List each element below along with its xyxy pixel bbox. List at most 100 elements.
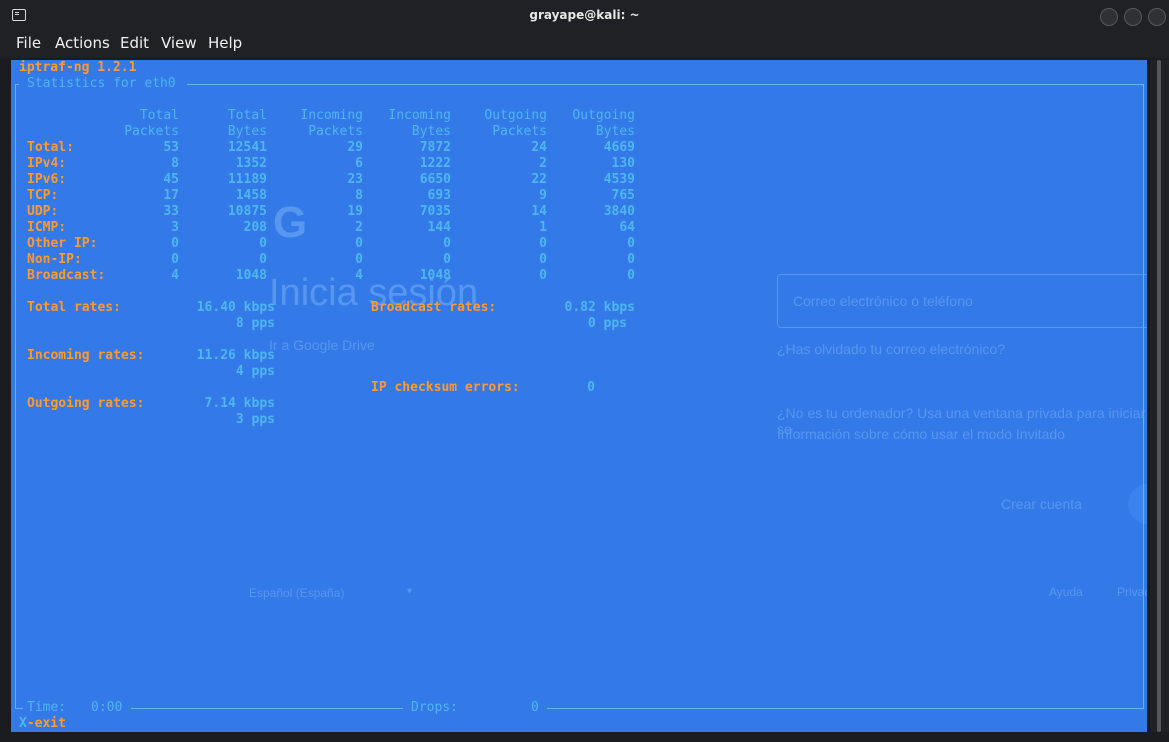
maximize-button[interactable] bbox=[1124, 8, 1142, 26]
header-outgoing-packets-1: Outgoing bbox=[484, 108, 547, 123]
ghost-help: Ayuda bbox=[1049, 585, 1083, 599]
row-value: 2 bbox=[355, 220, 363, 235]
row-value: 208 bbox=[243, 220, 267, 235]
row-value: 33 bbox=[163, 204, 179, 219]
minimize-button[interactable] bbox=[1100, 8, 1118, 26]
row-value: 0 bbox=[443, 236, 451, 251]
header-incoming-packets-2: Packets bbox=[308, 124, 363, 139]
total-rates-kbps: 16.40 kbps bbox=[196, 300, 275, 315]
ghost-language-chevron-icon: ▾ bbox=[407, 586, 413, 597]
row-value: 22 bbox=[531, 172, 547, 187]
row-label: Broadcast: bbox=[27, 268, 106, 283]
frame-bottom-left bbox=[15, 708, 23, 709]
row-value: 765 bbox=[611, 188, 635, 203]
time-label: Time: bbox=[27, 700, 67, 715]
outgoing-rates-pps: 3 pps bbox=[235, 412, 275, 427]
exit-text: -exit bbox=[26, 716, 66, 731]
row-value: 0 bbox=[443, 252, 451, 267]
row-value: 0 bbox=[259, 236, 267, 251]
incoming-rates-kbps: 11.26 kbps bbox=[196, 348, 275, 363]
frame-top bbox=[187, 84, 1143, 85]
row-value: 6650 bbox=[419, 172, 451, 187]
row-value: 3 bbox=[171, 220, 179, 235]
row-value: 0 bbox=[627, 236, 635, 251]
row-value: 0 bbox=[539, 268, 547, 283]
row-value: 23 bbox=[347, 172, 363, 187]
row-value: 14 bbox=[531, 204, 547, 219]
header-outgoing-bytes-1: Outgoing bbox=[572, 108, 635, 123]
row-value: 4 bbox=[355, 268, 363, 283]
row-value: 7035 bbox=[419, 204, 451, 219]
frame-bottom-right bbox=[547, 708, 1144, 709]
incoming-rates-pps: 4 pps bbox=[235, 364, 275, 379]
broadcast-rates-pps: 0 pps bbox=[587, 316, 627, 331]
row-label: TCP: bbox=[27, 188, 59, 203]
menu-file[interactable]: File bbox=[16, 34, 41, 52]
header-incoming-bytes-2: Bytes bbox=[411, 124, 451, 139]
row-value: 3840 bbox=[603, 204, 635, 219]
row-label: IPv6: bbox=[27, 172, 67, 187]
header-total-bytes-2: Bytes bbox=[227, 124, 267, 139]
drops-value: 0 bbox=[531, 700, 539, 715]
row-value: 7872 bbox=[419, 140, 451, 155]
outgoing-rates-kbps: 7.14 kbps bbox=[204, 396, 275, 411]
row-value: 0 bbox=[627, 268, 635, 283]
menu-actions[interactable]: Actions bbox=[55, 34, 110, 52]
row-value: 29 bbox=[347, 140, 363, 155]
row-value: 53 bbox=[163, 140, 179, 155]
header-total-bytes-1: Total bbox=[227, 108, 267, 123]
row-value: 24 bbox=[531, 140, 547, 155]
row-value: 0 bbox=[355, 252, 363, 267]
exit-hint[interactable]: X-exit bbox=[19, 716, 66, 732]
row-value: 0 bbox=[355, 236, 363, 251]
row-value: 8 bbox=[355, 188, 363, 203]
close-button[interactable] bbox=[1148, 8, 1166, 26]
row-label: Total: bbox=[27, 140, 74, 155]
row-value: 10875 bbox=[227, 204, 267, 219]
row-label: UDP: bbox=[27, 204, 59, 219]
row-value: 1352 bbox=[235, 156, 267, 171]
total-rates-pps: 8 pps bbox=[235, 316, 275, 331]
scrollbar-thumb[interactable] bbox=[1157, 60, 1161, 732]
time-value: 0:00 bbox=[91, 700, 123, 715]
frame-left bbox=[15, 84, 16, 708]
frame-right bbox=[1143, 84, 1144, 708]
header-outgoing-packets-2: Packets bbox=[492, 124, 547, 139]
terminal-area[interactable]: G Inicia sesión Ir a Google Drive Correo… bbox=[11, 60, 1147, 732]
row-value: 8 bbox=[171, 156, 179, 171]
ghost-forgot-link: ¿Has olvidado tu correo electrónico? bbox=[777, 341, 1006, 357]
title-bar: grayape@kali: ~ bbox=[0, 0, 1169, 32]
scrollbar[interactable] bbox=[1150, 60, 1169, 732]
row-label: IPv4: bbox=[27, 156, 67, 171]
row-label: ICMP: bbox=[27, 220, 67, 235]
row-value: 19 bbox=[347, 204, 363, 219]
row-value: 693 bbox=[427, 188, 451, 203]
row-value: 1048 bbox=[235, 268, 267, 283]
exit-key: X bbox=[19, 716, 27, 731]
row-value: 11189 bbox=[227, 172, 267, 187]
row-value: 1048 bbox=[419, 268, 451, 283]
row-value: 0 bbox=[539, 236, 547, 251]
ghost-guest-text: Información sobre cómo usar el modo Invi… bbox=[777, 426, 1065, 442]
row-value: 4669 bbox=[603, 140, 635, 155]
header-total-packets-1: Total bbox=[139, 108, 179, 123]
total-rates-label: Total rates: bbox=[27, 300, 121, 315]
ghost-subheading: Ir a Google Drive bbox=[269, 337, 375, 353]
checksum-errors-value: 0 bbox=[587, 380, 595, 395]
ghost-email-placeholder: Correo electrónico o teléfono bbox=[793, 293, 973, 309]
broadcast-rates-label: Broadcast rates: bbox=[371, 300, 497, 315]
row-value: 0 bbox=[539, 252, 547, 267]
row-value: 1458 bbox=[235, 188, 267, 203]
row-value: 4 bbox=[171, 268, 179, 283]
row-value: 1 bbox=[539, 220, 547, 235]
header-total-packets-2: Packets bbox=[124, 124, 179, 139]
row-label: Non-IP: bbox=[27, 252, 82, 267]
menu-help[interactable]: Help bbox=[208, 34, 242, 52]
row-value: 0 bbox=[627, 252, 635, 267]
menu-view[interactable]: View bbox=[161, 34, 197, 52]
header-incoming-bytes-1: Incoming bbox=[388, 108, 451, 123]
row-value: 6 bbox=[355, 156, 363, 171]
menu-edit[interactable]: Edit bbox=[120, 34, 149, 52]
row-value: 17 bbox=[163, 188, 179, 203]
row-label: Other IP: bbox=[27, 236, 98, 251]
